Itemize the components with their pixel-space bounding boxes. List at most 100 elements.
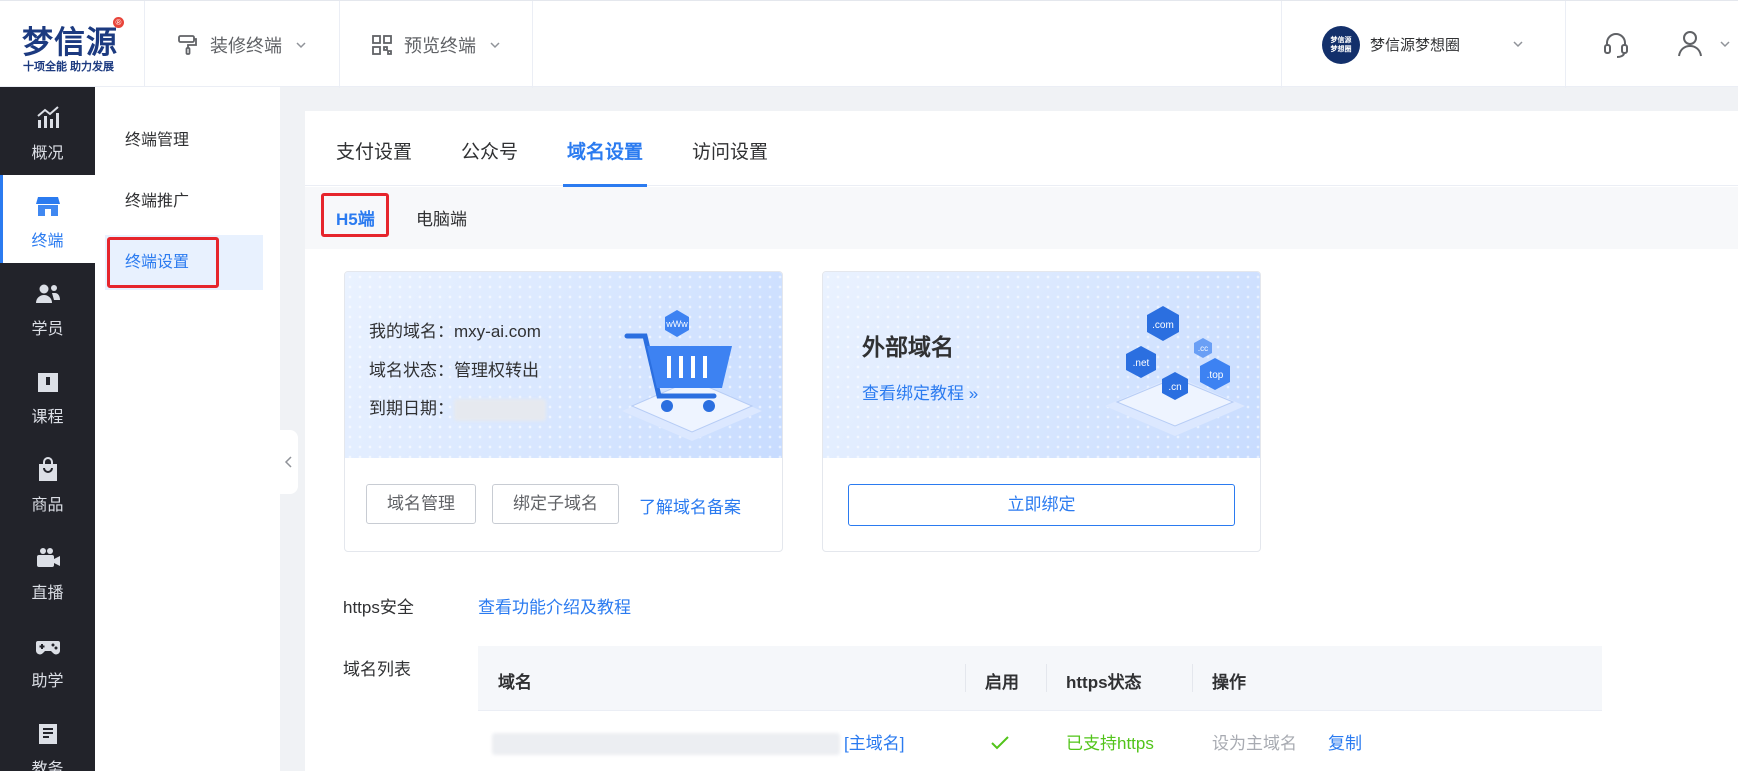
subnav-item-manage[interactable]: 终端管理 [105, 113, 263, 168]
col-divider [1046, 664, 1047, 692]
subnav-item-promote[interactable]: 终端推广 [105, 174, 263, 229]
col-actions: 操作 [1212, 673, 1246, 692]
org-avatar-line1: 梦信源 [1330, 36, 1352, 44]
chevron-down-icon [1513, 41, 1523, 48]
my-domain-card: 我的域名：mxy-ai.com 域名状态：管理权转出 到期日期： wWw 域名管… [344, 271, 783, 552]
domain-value-redacted [492, 733, 840, 755]
rail-label-students: 学员 [31, 321, 64, 338]
org-name: 梦信源梦想圈 [1370, 37, 1461, 54]
users-icon [35, 284, 60, 303]
top-header: 梦信源 ® 十项全能 助力发展 装修终端 预览终端 梦信源 梦想圈 梦信源梦想圈 [0, 0, 1738, 88]
rail-item-students[interactable]: 学员 [0, 263, 95, 351]
tld-top: .top [1207, 370, 1224, 381]
learn-icp-link[interactable]: 了解域名备案 [639, 493, 741, 518]
table-header: 域名 启用 https状态 操作 [478, 646, 1602, 711]
bind-subdomain-button[interactable]: 绑定子域名 [492, 484, 619, 524]
external-domain-title: 外部域名 [862, 334, 954, 360]
rail-label-goods: 商品 [31, 497, 64, 514]
expiry-label: 到期日期： [369, 399, 454, 418]
logo-text: 梦信源 [22, 25, 118, 61]
rail-label-courses: 课程 [31, 409, 64, 426]
set-primary-action[interactable]: 设为主域名 [1212, 729, 1297, 754]
document-icon [38, 724, 57, 744]
highlight-box [107, 237, 219, 288]
domain-value: mxy-ai.com [454, 322, 541, 341]
book-icon [37, 373, 58, 392]
external-domain-card: 外部域名 查看绑定教程 » .com .cc .net .top .cn 立即绑… [822, 271, 1261, 552]
tld-com: .com [1152, 320, 1174, 331]
decorate-terminal-label: 装修终端 [210, 35, 282, 56]
main-panel: 支付设置 公众号 域名设置 访问设置 H5端 电脑端 我的域名：mxy-ai.c… [305, 111, 1738, 771]
platform-subtabs: H5端 电脑端 [305, 187, 1738, 249]
cart-illustration: wWw [622, 310, 762, 441]
check-icon [991, 736, 1009, 750]
rail-item-courses[interactable]: 课程 [0, 351, 95, 439]
status-row: 域名状态：管理权转出 [369, 356, 539, 381]
tld-cn: .cn [1168, 382, 1181, 393]
preview-terminal-label: 预览终端 [404, 35, 476, 56]
preview-terminal-menu[interactable]: 预览终端 [340, 1, 533, 88]
user-icon[interactable] [1675, 28, 1705, 58]
rail-item-terminal[interactable]: 终端 [0, 175, 95, 263]
org-avatar: 梦信源 梦想圈 [1322, 25, 1360, 64]
table-row: [主域名] 已支持https 设为主域名 复制 [478, 711, 1602, 771]
chevron-down-icon[interactable] [1718, 37, 1732, 51]
org-switcher[interactable]: 梦信源 梦想圈 梦信源梦想圈 [1281, 1, 1566, 88]
view-bind-tutorial-link[interactable]: 查看绑定教程 » [862, 379, 978, 404]
col-domain: 域名 [498, 673, 532, 692]
tab-access[interactable]: 访问设置 [692, 137, 768, 186]
logo[interactable]: 梦信源 ® 十项全能 助力发展 [0, 1, 145, 88]
domain-table: 域名 启用 https状态 操作 [主域名] 已支持https 设为主域名 复制 [478, 646, 1602, 771]
rail-label-overview: 概况 [31, 145, 64, 162]
view-bind-tutorial-label: 查看绑定教程 [862, 384, 964, 403]
col-divider [965, 664, 966, 692]
rail-label-live: 直播 [31, 585, 64, 602]
video-camera-icon [36, 548, 60, 567]
tld-illustration: .com .cc .net .top .cn [1105, 306, 1245, 436]
collapse-sidebar-handle[interactable] [280, 430, 298, 494]
expiry-row: 到期日期： [369, 394, 546, 421]
registered-mark: ® [113, 17, 124, 28]
tld-cc: .cc [1198, 344, 1208, 353]
chevron-down-icon [490, 41, 500, 48]
rail-item-assist[interactable]: 助学 [0, 615, 95, 703]
terminal-subnav: 终端管理 终端推广 终端设置 [95, 87, 280, 771]
qrcode-icon [372, 34, 392, 55]
rail-label-assist: 助学 [31, 673, 64, 690]
status-label: 域名状态： [369, 361, 454, 380]
rail-item-academic[interactable]: 教务 [0, 703, 95, 771]
tab-domain[interactable]: 域名设置 [562, 137, 648, 187]
gamepad-icon [35, 641, 60, 655]
domain-manage-button[interactable]: 域名管理 [366, 484, 476, 524]
bind-now-button[interactable]: 立即绑定 [848, 484, 1235, 526]
rail-item-goods[interactable]: 商品 [0, 439, 95, 527]
domain-row: 我的域名：mxy-ai.com [369, 317, 541, 342]
col-divider [1192, 664, 1193, 692]
shopping-bag-icon [38, 457, 57, 481]
rail-item-live[interactable]: 直播 [0, 527, 95, 615]
highlight-box [321, 193, 389, 237]
tab-payment[interactable]: 支付设置 [336, 137, 412, 186]
chart-trend-icon [36, 106, 59, 128]
https-security-label: https安全 [343, 598, 414, 617]
headset-icon[interactable] [1601, 29, 1631, 59]
rail-item-overview[interactable]: 概况 [0, 87, 95, 175]
rail-label-terminal: 终端 [31, 233, 64, 250]
tab-official-account[interactable]: 公众号 [461, 137, 518, 186]
col-https: https状态 [1066, 673, 1142, 692]
subtab-pc[interactable]: 电脑端 [416, 205, 467, 230]
logo-slogan: 十项全能 助力发展 [23, 61, 115, 73]
main-nav-rail: 概况 终端 学员 课程 商品 直播 助学 教务 [0, 87, 95, 771]
domain-label: 我的域名： [369, 322, 454, 341]
settings-tabs: 支付设置 公众号 域名设置 访问设置 [305, 111, 1738, 187]
col-enabled: 启用 [985, 673, 1019, 692]
https-tutorial-link[interactable]: 查看功能介绍及教程 [478, 593, 631, 618]
copy-action[interactable]: 复制 [1328, 729, 1362, 754]
www-badge-text: wWw [665, 319, 688, 329]
store-icon [35, 197, 60, 216]
decorate-terminal-menu[interactable]: 装修终端 [146, 1, 340, 88]
rail-label-academic: 教务 [31, 761, 64, 771]
chevron-down-icon [296, 41, 306, 48]
chevron-left-icon [284, 456, 292, 468]
paint-roller-icon [178, 34, 197, 55]
